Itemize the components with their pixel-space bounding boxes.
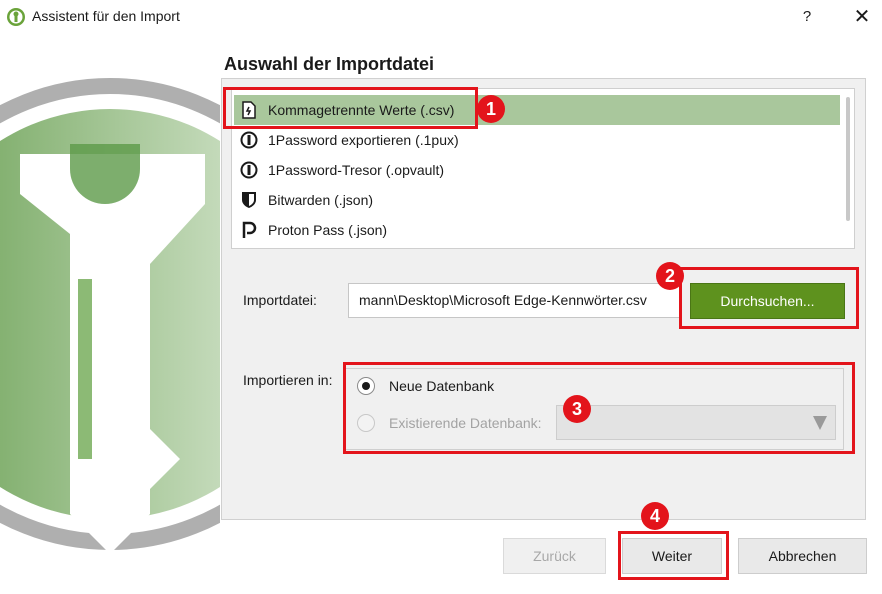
list-scrollbar[interactable] — [846, 97, 850, 221]
list-item-label: Proton Pass (.json) — [268, 222, 388, 238]
highlight-box-3 — [343, 362, 855, 454]
annotation-badge-3: 3 — [563, 395, 591, 423]
highlight-box-4 — [618, 531, 729, 580]
annotation-badge-1: 1 — [477, 95, 505, 123]
cancel-button[interactable]: Abbrechen — [738, 538, 867, 574]
list-item-label: 1Password-Tresor (.opvault) — [268, 162, 445, 178]
highlight-box-1 — [223, 87, 478, 129]
window-title: Assistent für den Import — [32, 8, 180, 24]
import-file-input[interactable]: mann\Desktop\Microsoft Edge-Kennwörter.c… — [348, 283, 680, 318]
list-item-opvault[interactable]: 1Password-Tresor (.opvault) — [234, 155, 840, 185]
import-into-label: Importieren in: — [243, 372, 333, 388]
annotation-badge-2: 2 — [656, 262, 684, 290]
title-bar: Assistent für den Import ? ✕ — [0, 0, 882, 34]
list-item-proton[interactable]: Proton Pass (.json) — [234, 215, 840, 245]
page-title: Auswahl der Importdatei — [224, 54, 435, 74]
import-file-label: Importdatei: — [243, 292, 317, 308]
list-item-label: 1Password exportieren (.1pux) — [268, 132, 459, 148]
bitwarden-shield-icon — [238, 189, 260, 211]
1password-icon — [238, 159, 260, 181]
list-item-label: Bitwarden (.json) — [268, 192, 374, 208]
list-item-1pux[interactable]: 1Password exportieren (.1pux) — [234, 125, 840, 155]
annotation-badge-4: 4 — [641, 502, 669, 530]
1password-icon — [238, 129, 260, 151]
back-button[interactable]: Zurück — [503, 538, 606, 574]
highlight-box-2 — [679, 267, 859, 329]
keepassxc-watermark-icon — [0, 34, 220, 594]
help-button[interactable]: ? — [796, 4, 818, 30]
close-button[interactable]: ✕ — [850, 4, 874, 30]
keepassxc-logo-icon — [7, 8, 25, 26]
list-item-bitwarden[interactable]: Bitwarden (.json) — [234, 185, 840, 215]
proton-pass-icon — [238, 219, 260, 241]
